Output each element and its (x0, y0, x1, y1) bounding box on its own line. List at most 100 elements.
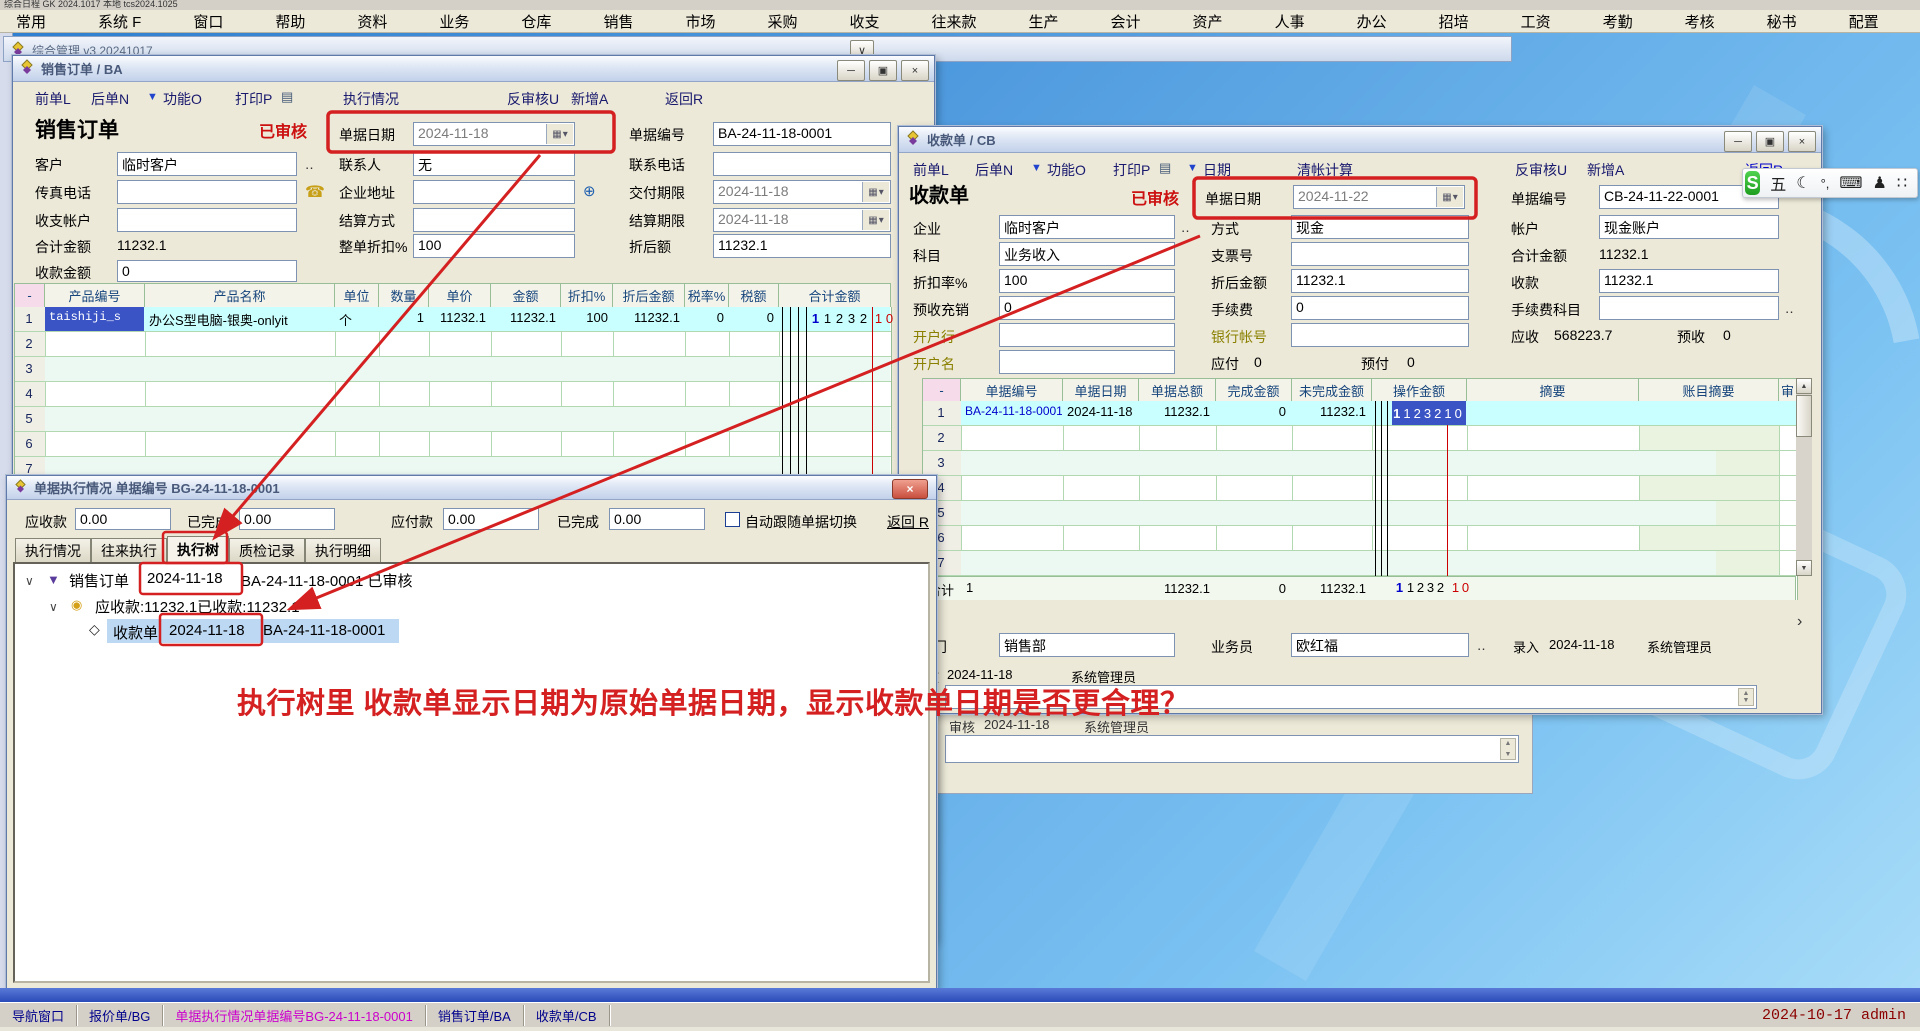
menu-item[interactable]: 招培 (1439, 11, 1469, 32)
expander-icon[interactable]: ∨ (49, 600, 58, 614)
print-button[interactable]: 打印P (235, 89, 272, 109)
next-doc-button[interactable]: 后单N (91, 89, 129, 109)
taskbar-item-receipt[interactable]: 收款单/CB (524, 1003, 609, 1028)
calendar-icon[interactable]: ▦▾ (546, 124, 573, 144)
auto-follow-checkbox[interactable] (725, 512, 740, 527)
tab-qc-records[interactable]: 质检记录 (229, 538, 305, 562)
settle-term-input[interactable]: 2024-11-18 ▦▾ (713, 208, 891, 232)
menu-item[interactable]: 考核 (1685, 11, 1715, 32)
tree-node-type[interactable]: 销售订单 (69, 570, 129, 591)
lookup-button[interactable]: ‥ (1477, 638, 1486, 654)
column-header[interactable]: 数量 (379, 284, 429, 308)
account-input[interactable]: 现金账户 (1599, 215, 1779, 239)
menu-item[interactable]: 采购 (767, 11, 797, 32)
scroll-thumb[interactable] (1796, 395, 1812, 437)
expander-icon[interactable]: ∨ (25, 574, 34, 588)
lookup-button[interactable]: ‥ (1181, 220, 1190, 236)
restore-button[interactable]: ▣ (1756, 131, 1784, 152)
doc-no-cell[interactable]: BA-24-11-18-0001 (961, 401, 1062, 425)
discounted-input[interactable]: 11232.1 (1291, 269, 1469, 293)
contact-phone-input[interactable] (713, 152, 891, 176)
minimize-button[interactable]: ─ (837, 60, 865, 81)
menu-item[interactable]: 帮助 (275, 11, 305, 32)
add-new-button[interactable]: 新增A (1587, 160, 1624, 180)
selected-amount-cell[interactable]: 1123210 (1392, 401, 1466, 425)
discount-cell[interactable]: 100 (561, 307, 612, 331)
next-doc-button[interactable]: 后单N (975, 160, 1013, 180)
sales-titlebar[interactable]: 销售订单 / BA (13, 56, 934, 82)
fee-subject-input[interactable] (1599, 296, 1779, 320)
tab-exec-detail[interactable]: 执行明细 (305, 538, 381, 562)
column-header[interactable]: 摘要 (1467, 379, 1639, 402)
column-header[interactable]: 税率% (685, 284, 729, 308)
date-button[interactable]: 日期 (1203, 160, 1231, 180)
close-button[interactable]: × (1788, 131, 1816, 152)
column-header[interactable]: 合计金额 (779, 284, 891, 308)
column-header[interactable]: 单位 (335, 284, 379, 308)
prepaid-offset-input[interactable]: 0 (999, 296, 1175, 320)
column-header[interactable]: 完成金额 (1216, 379, 1292, 402)
column-header[interactable]: 折后金额 (613, 284, 685, 308)
ime-keyboard-icon[interactable]: ⌨ (1839, 173, 1862, 193)
menu-item[interactable]: 工资 (1521, 11, 1551, 32)
price-cell[interactable]: 11232.1 (429, 307, 490, 331)
unit-cell[interactable]: 个 (335, 307, 378, 331)
spinner-control[interactable]: ▲▼ (1738, 688, 1754, 706)
functions-button[interactable]: 功能O (1047, 160, 1086, 180)
ime-toolbar[interactable]: S 五 ☾ °, ⌨ ♟ ∷ (1742, 168, 1918, 198)
tree-node-rest[interactable]: BA-24-11-18-0001 (263, 622, 385, 639)
menu-item[interactable]: 收支 (849, 11, 879, 32)
taskbar-item-quote[interactable]: 报价单/BG (77, 1003, 162, 1028)
table-scrollbar[interactable]: ▲ ▼ (1796, 378, 1812, 576)
lookup-button[interactable]: ‥ (305, 157, 314, 173)
account-name-input[interactable] (999, 350, 1175, 374)
tree-node-type[interactable]: 收款单 (113, 622, 158, 643)
settle-method-input[interactable] (413, 208, 575, 232)
discount-rate-input[interactable]: 100 (999, 269, 1175, 293)
amount-cell[interactable]: 11232.1 (491, 307, 560, 331)
restore-button[interactable]: ▣ (869, 60, 897, 81)
fee-input[interactable]: 0 (1291, 296, 1469, 320)
menu-item[interactable]: 销售 (603, 11, 633, 32)
undone-cell[interactable]: 11232.1 (1292, 401, 1370, 425)
done-input[interactable]: 0.00 (239, 508, 335, 530)
printer-icon[interactable]: ▤ (281, 89, 293, 105)
menu-item[interactable]: 资料 (357, 11, 387, 32)
total-cell[interactable]: 11232.1 (1139, 401, 1214, 425)
fax-input[interactable] (117, 180, 297, 204)
column-header[interactable]: 操作金额 (1372, 379, 1467, 402)
minimize-button[interactable]: ─ (1724, 131, 1752, 152)
spin-down-icon[interactable]: ▼ (1743, 697, 1750, 704)
received-input[interactable]: 11232.1 (1599, 269, 1779, 293)
bank-account-input[interactable] (1291, 323, 1469, 347)
received-input[interactable]: 0 (117, 260, 297, 282)
spinner-control[interactable]: ▲▼ (1500, 738, 1516, 760)
tab-counterparty-exec[interactable]: 往来执行 (91, 538, 167, 562)
tree-node-date[interactable]: 2024-11-18 (147, 570, 223, 587)
product-code-cell[interactable]: taishiji_s (45, 307, 144, 331)
back-button[interactable]: 返回R (665, 89, 703, 109)
column-header[interactable]: 折扣% (561, 284, 613, 308)
account-input[interactable] (117, 208, 297, 232)
column-header[interactable]: 账目摘要 (1639, 379, 1779, 402)
company-input[interactable]: 临时客户 (999, 215, 1175, 239)
address-input[interactable] (413, 180, 575, 204)
functions-button[interactable]: 功能O (163, 89, 202, 109)
remark-textarea[interactable]: ▲▼ (945, 735, 1519, 763)
menu-item[interactable]: 系统 F (98, 11, 141, 32)
column-header[interactable]: 单据编号 (961, 379, 1063, 402)
calendar-icon[interactable]: ▦▾ (1436, 187, 1463, 207)
unaudit-button[interactable]: 反审核U (507, 89, 559, 109)
lookup-button[interactable]: ‥ (1785, 301, 1794, 317)
menu-item[interactable]: 会计 (1111, 11, 1141, 32)
product-name-cell[interactable]: 办公S型电脑-银奥-onlyit (145, 307, 334, 331)
close-button[interactable]: × (901, 60, 929, 81)
tax-cell[interactable]: 0 (729, 307, 778, 331)
doc-date-input[interactable]: 2024-11-22 ▦▾ (1293, 185, 1465, 209)
menu-item[interactable]: 配置 (1849, 11, 1879, 32)
scroll-down-button[interactable]: ▼ (1796, 560, 1812, 576)
unaudit-button[interactable]: 反审核U (1515, 160, 1567, 180)
calendar-icon[interactable]: ▦▾ (862, 182, 889, 202)
prev-doc-button[interactable]: 前单L (913, 160, 949, 180)
menu-item[interactable]: 办公 (1357, 11, 1387, 32)
